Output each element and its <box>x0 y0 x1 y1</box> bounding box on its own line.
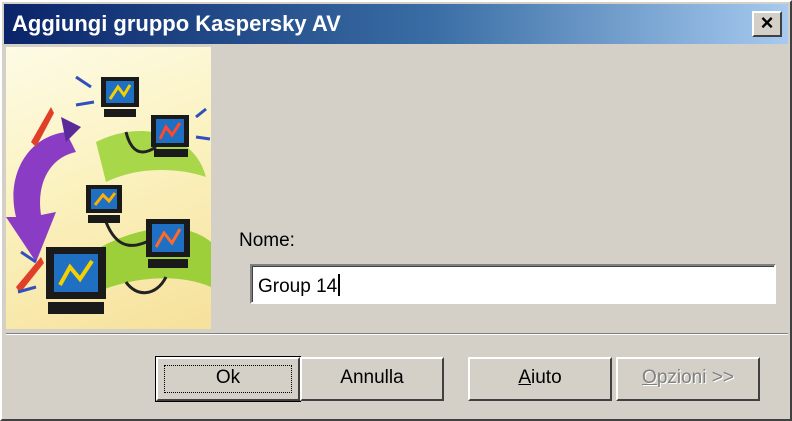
close-icon: × <box>760 10 774 35</box>
options-label: pzioni >> <box>656 367 734 388</box>
window-title: Aggiungi gruppo Kaspersky AV <box>12 11 341 36</box>
name-input-value: Group 14 <box>258 274 341 298</box>
computer-icon-1 <box>101 77 139 117</box>
ok-label: Ok <box>215 367 241 388</box>
options-mnemonic: O <box>642 367 657 388</box>
computer-icon-2 <box>151 115 189 157</box>
computer-icon-3 <box>86 185 122 223</box>
separator <box>6 333 788 335</box>
name-label: Nome: <box>239 230 295 251</box>
title-bar[interactable]: Aggiungi gruppo Kaspersky AV × <box>4 4 788 44</box>
help-label: iuto <box>531 367 562 388</box>
ok-button[interactable]: Ok <box>155 356 301 402</box>
help-button[interactable]: Aiuto <box>468 357 612 401</box>
cancel-label: Annulla <box>340 367 404 388</box>
computer-icon-5 <box>46 247 106 314</box>
close-button[interactable]: × <box>752 11 782 37</box>
help-mnemonic: A <box>518 367 532 388</box>
text-caret <box>338 274 341 296</box>
name-value-text: Group 14 <box>258 276 338 297</box>
network-computers-illustration <box>6 47 211 329</box>
purple-arrow <box>6 132 76 262</box>
dialog-window: Aggiungi gruppo Kaspersky AV × Nome: Gro… <box>0 0 792 421</box>
options-button: Opzioni >> <box>616 357 760 401</box>
illustration-graphic <box>6 75 211 314</box>
name-input[interactable]: Group 14 <box>250 264 776 304</box>
cancel-button[interactable]: Annulla <box>300 357 444 401</box>
computer-icon-4 <box>146 219 190 268</box>
